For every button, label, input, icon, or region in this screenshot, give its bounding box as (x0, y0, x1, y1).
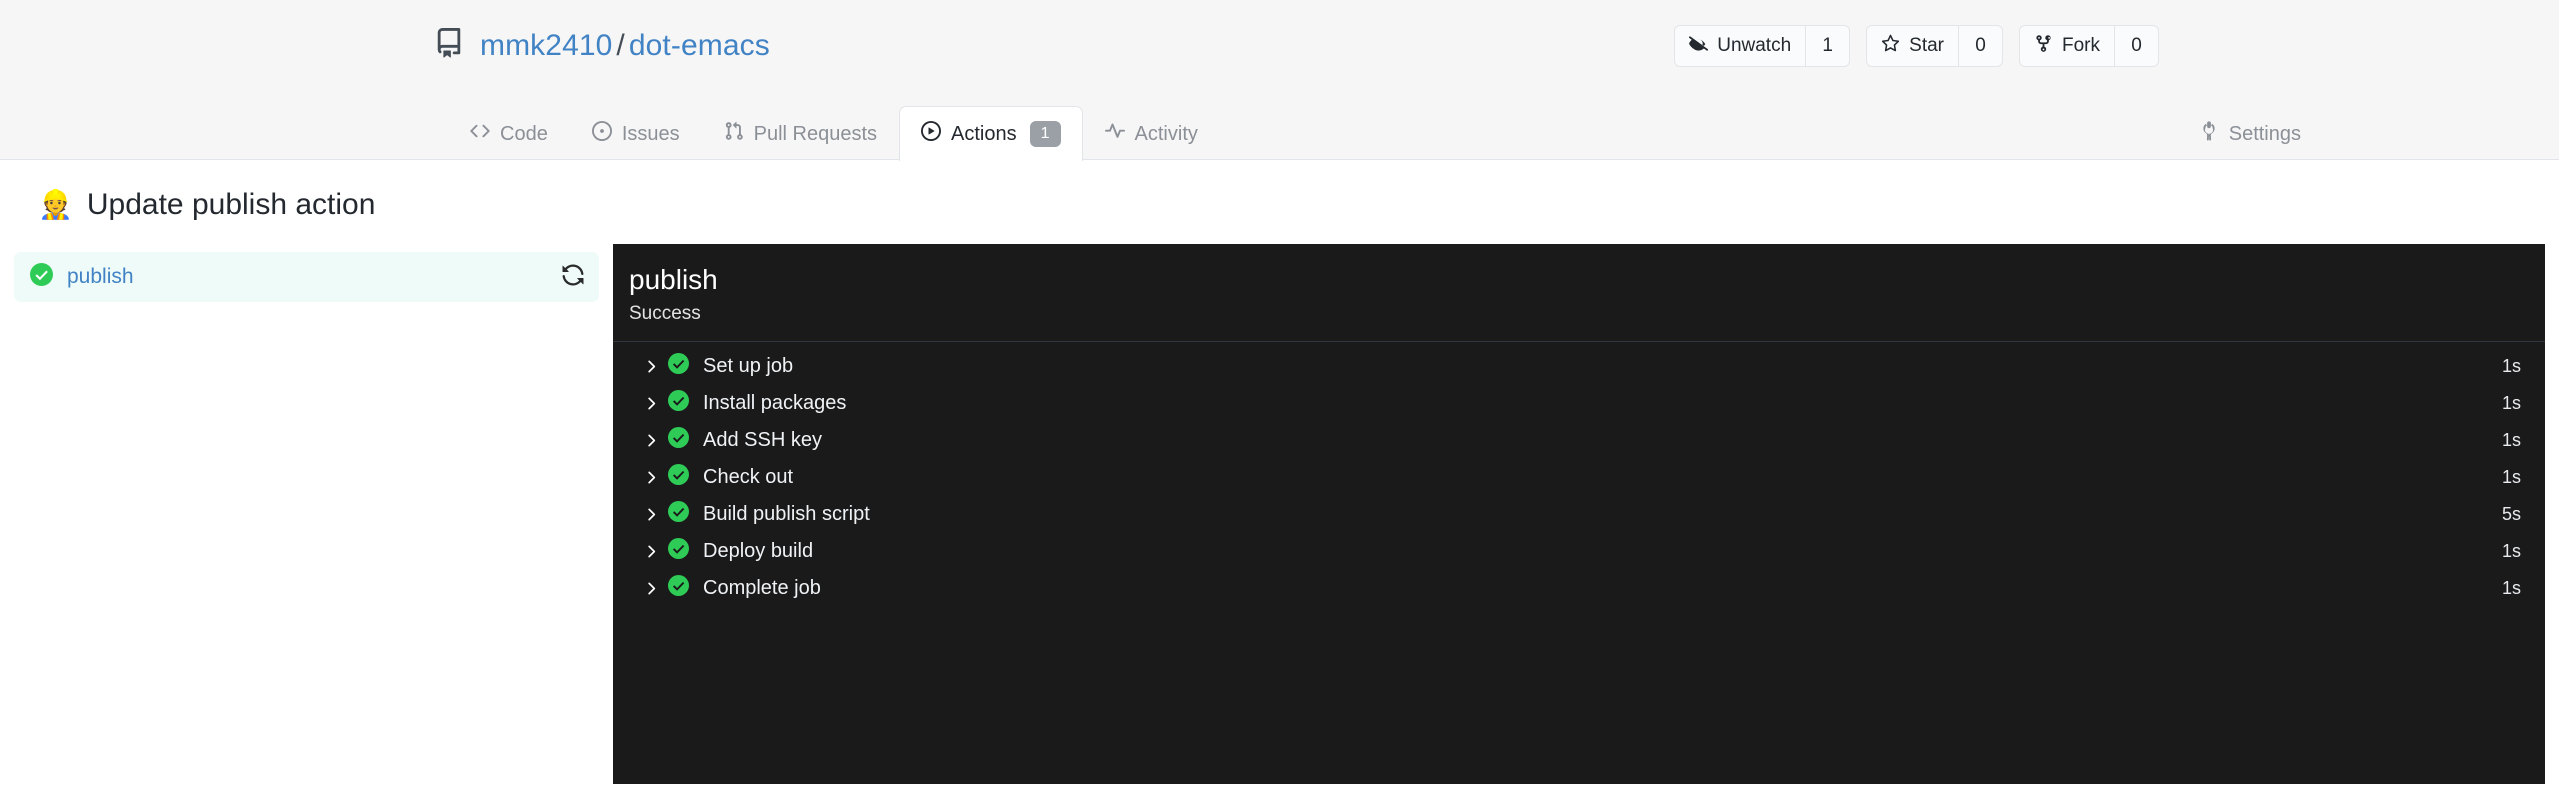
tab-issues[interactable]: Issues (570, 106, 702, 161)
fork-count[interactable]: 0 (2114, 26, 2158, 66)
tab-actions[interactable]: Actions 1 (899, 106, 1083, 161)
chevron-right-icon[interactable] (639, 581, 663, 596)
code-icon (470, 121, 490, 147)
step-row[interactable]: Deploy build 1s (613, 533, 2545, 570)
watch-button-main[interactable]: Unwatch (1675, 26, 1805, 66)
step-name: Check out (703, 465, 794, 488)
star-button-label: Star (1909, 35, 1944, 56)
eye-closed-icon (1689, 34, 1709, 59)
repo-nav-tabs: Code Issues Pull Requests Actions 1 Acti… (0, 105, 2559, 161)
chevron-right-icon[interactable] (639, 396, 663, 411)
star-button[interactable]: Star 0 (1866, 25, 2003, 67)
workflow-run-body: publish publish Success Set up job 1s In… (0, 244, 2559, 784)
check-circle-icon (668, 353, 689, 379)
sidebar-item-publish-label: publish (67, 265, 134, 288)
step-duration: 1s (2501, 429, 2521, 450)
step-row[interactable]: Set up job 1s (613, 348, 2545, 385)
chevron-right-icon[interactable] (639, 507, 663, 522)
pulse-icon (1104, 121, 1125, 147)
star-button-main[interactable]: Star (1867, 26, 1958, 66)
watch-button[interactable]: Unwatch 1 (1674, 25, 1851, 67)
step-row[interactable]: Build publish script 5s (613, 496, 2545, 533)
tab-activity-label: Activity (1134, 122, 1198, 145)
check-circle-icon (668, 538, 689, 564)
job-log-title: publish (629, 264, 718, 295)
book-icon (434, 28, 464, 63)
check-circle-icon (668, 575, 689, 601)
step-name: Install packages (703, 391, 847, 414)
step-name: Set up job (703, 354, 794, 377)
repo-header: mmk2410/dot-emacs Unwatch 1 Star 0 Fork … (0, 0, 2559, 161)
construction-worker-icon: 👷 (38, 189, 73, 220)
tab-code-label: Code (500, 122, 548, 145)
fork-icon (2034, 34, 2053, 59)
page-title: mmk2410/dot-emacs (480, 29, 770, 63)
chevron-right-icon[interactable] (639, 544, 663, 559)
git-pull-request-icon (724, 121, 744, 147)
step-row[interactable]: Add SSH key 1s (613, 422, 2545, 459)
watch-button-label: Unwatch (1717, 35, 1792, 56)
play-icon (921, 121, 942, 147)
wrench-icon (2199, 121, 2219, 147)
tab-pull-requests-label: Pull Requests (753, 122, 878, 145)
job-log-panel: publish Success Set up job 1s Install pa… (613, 244, 2545, 784)
check-circle-icon (668, 390, 689, 416)
step-row[interactable]: Install packages 1s (613, 385, 2545, 422)
star-count[interactable]: 0 (1958, 26, 2002, 66)
step-duration: 1s (2501, 466, 2521, 487)
tab-issues-label: Issues (621, 122, 680, 145)
tab-activity[interactable]: Activity (1083, 106, 1220, 161)
jobs-sidebar: publish (0, 244, 613, 302)
workflow-run-title: 👷 Update publish action (0, 160, 2559, 244)
tab-actions-label: Actions (951, 122, 1017, 145)
step-duration: 1s (2501, 577, 2521, 598)
step-duration: 1s (2501, 355, 2521, 376)
chevron-right-icon[interactable] (639, 359, 663, 374)
step-row[interactable]: Check out 1s (613, 459, 2545, 496)
step-name: Add SSH key (703, 428, 822, 451)
step-name: Deploy build (703, 539, 814, 562)
tab-code[interactable]: Code (448, 106, 570, 161)
check-circle-icon (668, 464, 689, 490)
check-circle-icon (668, 501, 689, 527)
step-name: Build publish script (703, 502, 870, 525)
workflow-run-title-text: Update publish action (86, 188, 376, 221)
sidebar-item-publish[interactable]: publish (14, 252, 599, 302)
chevron-right-icon[interactable] (639, 470, 663, 485)
watch-count[interactable]: 1 (1805, 26, 1849, 66)
issue-opened-icon (591, 121, 612, 147)
chevron-right-icon[interactable] (639, 433, 663, 448)
repo-name-link[interactable]: dot-emacs (629, 29, 770, 62)
job-log-header: publish Success (613, 244, 2545, 342)
step-name: Complete job (703, 576, 821, 599)
fork-button-label: Fork (2062, 35, 2100, 56)
step-duration: 1s (2501, 540, 2521, 561)
tab-settings[interactable]: Settings (2177, 106, 2323, 161)
tab-actions-badge: 1 (1029, 121, 1061, 147)
step-duration: 1s (2501, 392, 2521, 413)
fork-button-main[interactable]: Fork (2020, 26, 2114, 66)
step-row[interactable]: Complete job 1s (613, 570, 2545, 607)
repo-owner-link[interactable]: mmk2410 (480, 29, 612, 62)
repo-action-buttons: Unwatch 1 Star 0 Fork 0 (1674, 25, 2159, 67)
sync-icon[interactable] (561, 263, 585, 292)
star-icon (1881, 34, 1900, 59)
job-log-status: Success (629, 302, 701, 324)
repo-breadcrumb: mmk2410/dot-emacs (434, 28, 770, 63)
tab-settings-label: Settings (2228, 122, 2301, 145)
job-steps-list: Set up job 1s Install packages 1s Add SS… (613, 342, 2545, 607)
check-circle-icon (30, 263, 53, 291)
repo-titlebar: mmk2410/dot-emacs Unwatch 1 Star 0 Fork … (0, 0, 2559, 105)
step-duration: 5s (2501, 503, 2521, 524)
fork-button[interactable]: Fork 0 (2019, 25, 2159, 67)
tab-pull-requests[interactable]: Pull Requests (702, 106, 899, 161)
breadcrumb-separator: / (616, 28, 625, 62)
check-circle-icon (668, 427, 689, 453)
